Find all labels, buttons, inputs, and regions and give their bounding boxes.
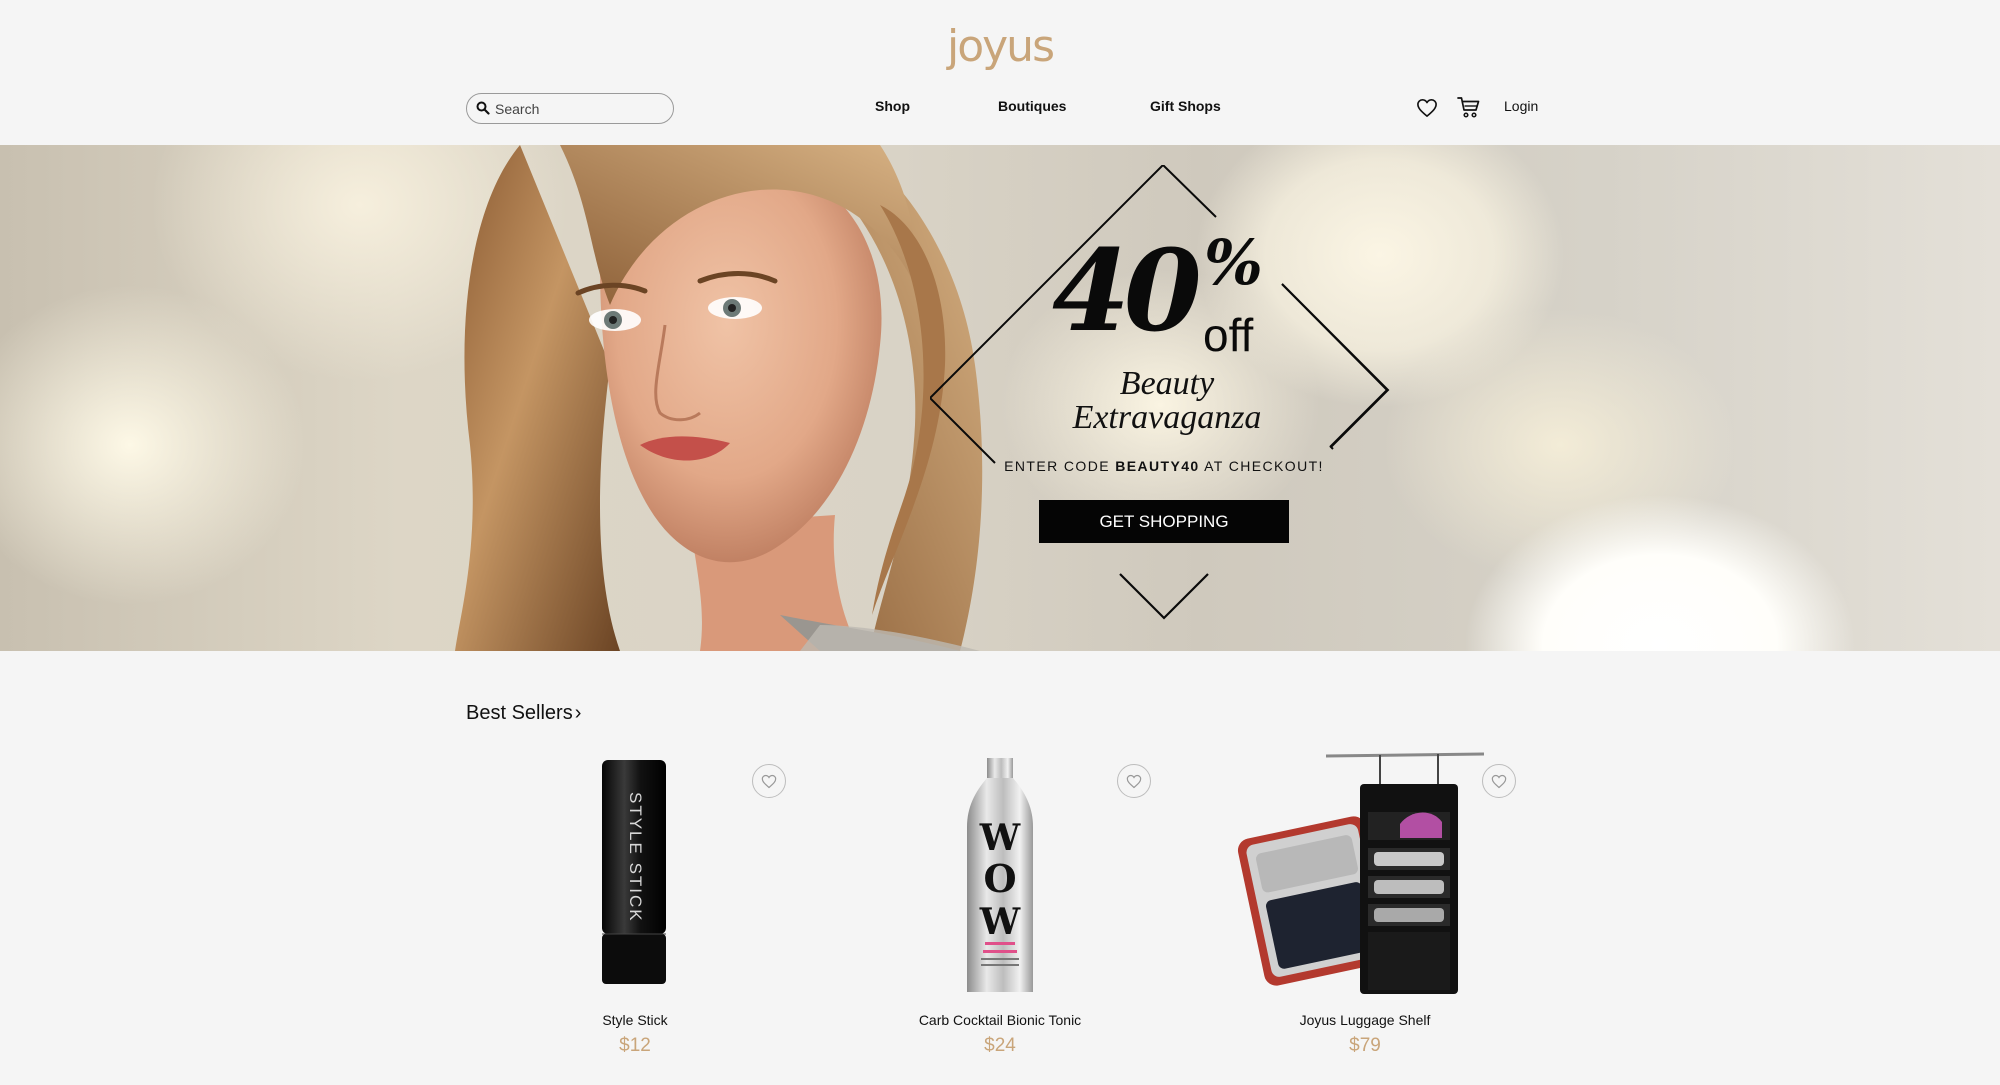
product-card[interactable]: W O W Carb Cocktail Bionic Tonic $24 bbox=[835, 752, 1165, 1072]
heart-icon[interactable] bbox=[1416, 98, 1438, 118]
login-link[interactable]: Login bbox=[1504, 98, 1538, 114]
promo-title-line1: Beauty bbox=[1119, 365, 1215, 402]
heart-icon[interactable] bbox=[1117, 764, 1151, 798]
chevron-right-icon: › bbox=[574, 702, 582, 724]
promo-code-text: ENTER CODE BEAUTY40 AT CHECKOUT! bbox=[900, 458, 1428, 474]
nav-boutiques[interactable]: Boutiques bbox=[998, 98, 1066, 114]
promo-code-suffix: AT CHECKOUT! bbox=[1199, 458, 1324, 474]
best-sellers-link[interactable]: Best Sellers › bbox=[466, 702, 581, 725]
chevron-down-icon bbox=[1119, 573, 1209, 620]
best-sellers-title: Best Sellers bbox=[466, 702, 573, 724]
product-price: $12 bbox=[619, 1035, 651, 1056]
svg-text:O: O bbox=[983, 856, 1016, 901]
search-box[interactable] bbox=[466, 93, 674, 124]
promo-discount-off: off bbox=[1203, 309, 1254, 361]
product-image[interactable]: STYLE STICK bbox=[470, 752, 800, 1002]
nav-gift-shops[interactable]: Gift Shops bbox=[1150, 98, 1221, 114]
promo-code-prefix: ENTER CODE bbox=[1004, 458, 1116, 474]
promo-discount-percent: % bbox=[1204, 226, 1263, 299]
product-price: $24 bbox=[984, 1035, 1016, 1056]
product-image[interactable]: W O W bbox=[835, 752, 1165, 1002]
promo-code: BEAUTY40 bbox=[1115, 458, 1200, 474]
product-card[interactable]: Joyus Luggage Shelf $79 bbox=[1200, 752, 1530, 1072]
site-header: joyus Shop Boutiques Gift Shops Login bbox=[0, 0, 2000, 145]
get-shopping-button[interactable]: GET SHOPPING bbox=[1039, 500, 1289, 543]
product-price: $79 bbox=[1349, 1035, 1381, 1056]
product-card[interactable]: STYLE STICK Style Stick $12 bbox=[470, 752, 800, 1072]
cart-icon[interactable] bbox=[1457, 96, 1481, 119]
product-image-text: STYLE STICK bbox=[626, 792, 645, 923]
product-name[interactable]: Style Stick bbox=[470, 1012, 800, 1028]
product-image[interactable] bbox=[1200, 752, 1530, 1002]
promo-title-line2: Extravaganza bbox=[1072, 399, 1262, 436]
heart-icon[interactable] bbox=[752, 764, 786, 798]
svg-text:W: W bbox=[979, 901, 1021, 943]
nav-shop[interactable]: Shop bbox=[875, 98, 910, 114]
search-icon bbox=[476, 101, 490, 115]
heart-icon[interactable] bbox=[1482, 764, 1516, 798]
joyus-logo[interactable]: joyus bbox=[940, 22, 1060, 72]
promo-discount-number: 40 bbox=[1052, 226, 1202, 357]
svg-text:W: W bbox=[979, 817, 1021, 859]
search-input[interactable] bbox=[495, 97, 665, 121]
hero-banner[interactable]: 40 % off Beauty Extravaganza ENTER CODE … bbox=[0, 145, 2000, 651]
product-name[interactable]: Carb Cocktail Bionic Tonic bbox=[835, 1012, 1165, 1028]
product-name[interactable]: Joyus Luggage Shelf bbox=[1200, 1012, 1530, 1028]
